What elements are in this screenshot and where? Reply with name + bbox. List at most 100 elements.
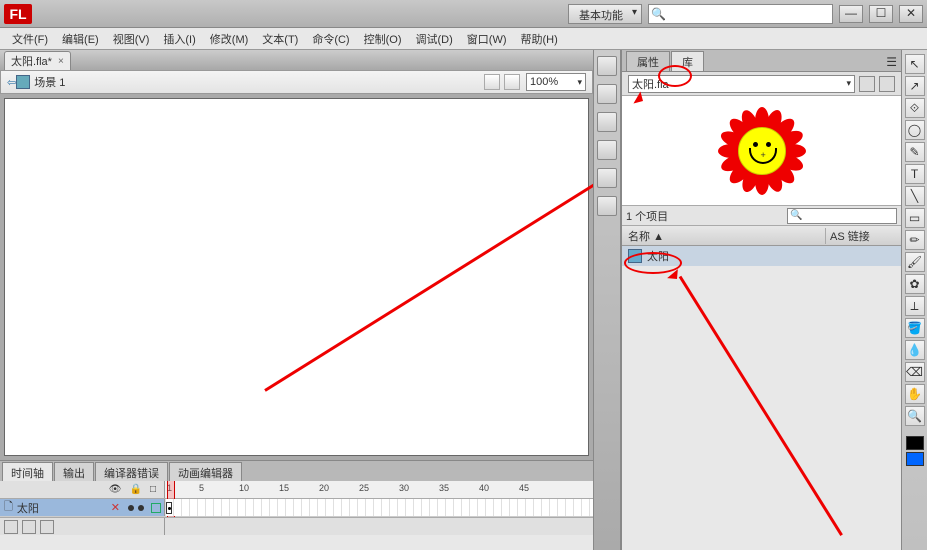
document-tabbar: 太阳.fla* ×	[0, 50, 593, 70]
ruler-tick: 5	[199, 483, 204, 493]
rectangle-tool[interactable]: ▭	[905, 208, 925, 228]
selection-tool[interactable]: ↖	[905, 54, 925, 74]
pencil-tool[interactable]: ✏	[905, 230, 925, 250]
fill-color-swatch[interactable]	[906, 452, 924, 466]
timeline-layer-row[interactable]: 🗋 太阳 ✕	[0, 499, 593, 517]
menu-file[interactable]: 文件(F)	[6, 29, 54, 49]
window-buttons: — ☐ ✕	[839, 5, 923, 23]
align-panel-icon[interactable]	[597, 112, 617, 132]
ink-bottle-tool[interactable]: 💧	[905, 340, 925, 360]
menu-text[interactable]: 文本(T)	[256, 29, 304, 49]
library-preview: +	[622, 96, 901, 206]
swatches-panel-icon[interactable]	[597, 84, 617, 104]
layer-visibility-dot[interactable]	[128, 505, 134, 511]
minimize-button[interactable]: —	[839, 5, 863, 23]
subselection-tool[interactable]: ↗	[905, 76, 925, 96]
layer-delete-icon[interactable]: ✕	[111, 501, 120, 514]
document-tab-label: 太阳.fla*	[11, 53, 52, 69]
menu-control[interactable]: 控制(O)	[358, 29, 408, 49]
line-tool[interactable]: ╲	[905, 186, 925, 206]
timeline-ruler[interactable]: 1 5 10 15 20 25 30 35 40 45	[165, 481, 593, 498]
library-list[interactable]: 太阳	[622, 246, 901, 550]
app-logo: FL	[4, 4, 32, 24]
tab-timeline[interactable]: 时间轴	[2, 462, 53, 481]
tab-output[interactable]: 输出	[54, 462, 94, 481]
ruler-tick: 20	[319, 483, 329, 493]
paint-bucket-tool[interactable]: 🪣	[905, 318, 925, 338]
col-name-label: 名称	[628, 231, 650, 243]
close-button[interactable]: ✕	[899, 5, 923, 23]
brush-tool[interactable]: 🖌	[905, 252, 925, 272]
titlebar: FL 基本功能 🔍 — ☐ ✕	[0, 0, 927, 28]
menu-modify[interactable]: 修改(M)	[204, 29, 255, 49]
edit-symbol-icon[interactable]	[504, 74, 520, 90]
zoom-tool[interactable]: 🔍	[905, 406, 925, 426]
tab-compiler-errors[interactable]: 编译器错误	[95, 462, 168, 481]
menu-view[interactable]: 视图(V)	[107, 29, 156, 49]
back-icon[interactable]: ⇦	[7, 76, 16, 89]
layer-name-cell[interactable]: 🗋 太阳 ✕	[0, 499, 165, 516]
scene-bar: ⇦ 场景 1 100%	[0, 70, 593, 94]
eraser-tool[interactable]: ⌫	[905, 362, 925, 382]
eye-icon[interactable]: 👁	[109, 484, 122, 495]
info-panel-icon[interactable]	[597, 140, 617, 160]
workspace-label: 基本功能	[579, 10, 623, 22]
transform-panel-icon[interactable]	[597, 168, 617, 188]
workspace-selector[interactable]: 基本功能	[568, 4, 642, 24]
ruler-tick: 25	[359, 483, 369, 493]
annotation-oval-library-item	[624, 252, 682, 274]
menu-edit[interactable]: 编辑(E)	[56, 29, 105, 49]
timeline-footer	[0, 517, 593, 535]
new-layer-icon[interactable]	[4, 520, 18, 534]
layer-outline-box[interactable]	[151, 503, 161, 513]
menu-insert[interactable]: 插入(I)	[157, 29, 201, 49]
close-tab-icon[interactable]: ×	[58, 56, 64, 67]
menu-help[interactable]: 帮助(H)	[515, 29, 564, 49]
ruler-tick: 40	[479, 483, 489, 493]
history-panel-icon[interactable]	[597, 196, 617, 216]
timeline-panel: 👁 🔒 □ 1 5 10 15 20 25 30 35 40 4	[0, 481, 593, 550]
menu-debug[interactable]: 调试(D)	[410, 29, 459, 49]
hand-tool[interactable]: ✋	[905, 384, 925, 404]
bone-tool[interactable]: ⟂	[905, 296, 925, 316]
zoom-value: 100%	[530, 76, 558, 88]
tab-motion-editor[interactable]: 动画编辑器	[169, 462, 242, 481]
pen-tool[interactable]: ✎	[905, 142, 925, 162]
library-list-header[interactable]: 名称 ▲ AS 链接	[622, 226, 901, 246]
stage[interactable]	[4, 98, 589, 456]
document-tab[interactable]: 太阳.fla* ×	[4, 51, 71, 70]
color-panel-icon[interactable]	[597, 56, 617, 76]
right-panel: 属性 库 ☰ 太阳.fla	[621, 50, 901, 550]
lock-icon[interactable]: 🔒	[130, 484, 142, 495]
timeline-footer-tools	[0, 518, 165, 535]
stroke-color-swatch[interactable]	[906, 436, 924, 450]
timeline-layers-header: 👁 🔒 □	[0, 481, 165, 498]
outline-icon[interactable]: □	[150, 484, 156, 495]
ruler-tick: 15	[279, 483, 289, 493]
scene-label[interactable]: 场景 1	[34, 74, 65, 90]
edit-scene-icon[interactable]	[484, 74, 500, 90]
menubar: 文件(F) 编辑(E) 视图(V) 插入(I) 修改(M) 文本(T) 命令(C…	[0, 28, 927, 50]
collapsed-panels-strip	[593, 50, 621, 550]
keyframe[interactable]	[166, 502, 172, 514]
deco-tool[interactable]: ✿	[905, 274, 925, 294]
delete-layer-icon[interactable]	[40, 520, 54, 534]
text-tool[interactable]: T	[905, 164, 925, 184]
maximize-button[interactable]: ☐	[869, 5, 893, 23]
timeline-frames[interactable]	[165, 499, 593, 516]
menu-window[interactable]: 窗口(W)	[461, 29, 513, 49]
items-count-label: 1 个项目	[626, 208, 668, 224]
timeline-footer-status	[165, 518, 593, 535]
annotation-oval-library-tab	[658, 65, 692, 87]
panel-menu-icon[interactable]: ☰	[882, 53, 901, 71]
free-transform-tool[interactable]: ⟐	[905, 98, 925, 118]
layer-lock-dot[interactable]	[138, 505, 144, 511]
menu-commands[interactable]: 命令(C)	[306, 29, 355, 49]
pin-icon[interactable]	[859, 76, 875, 92]
new-library-icon[interactable]	[879, 76, 895, 92]
zoom-select[interactable]: 100%	[526, 73, 586, 91]
library-search-input[interactable]: 🔍	[787, 208, 897, 224]
help-search-input[interactable]: 🔍	[648, 4, 833, 24]
lasso-tool[interactable]: ◯	[905, 120, 925, 140]
new-folder-icon[interactable]	[22, 520, 36, 534]
